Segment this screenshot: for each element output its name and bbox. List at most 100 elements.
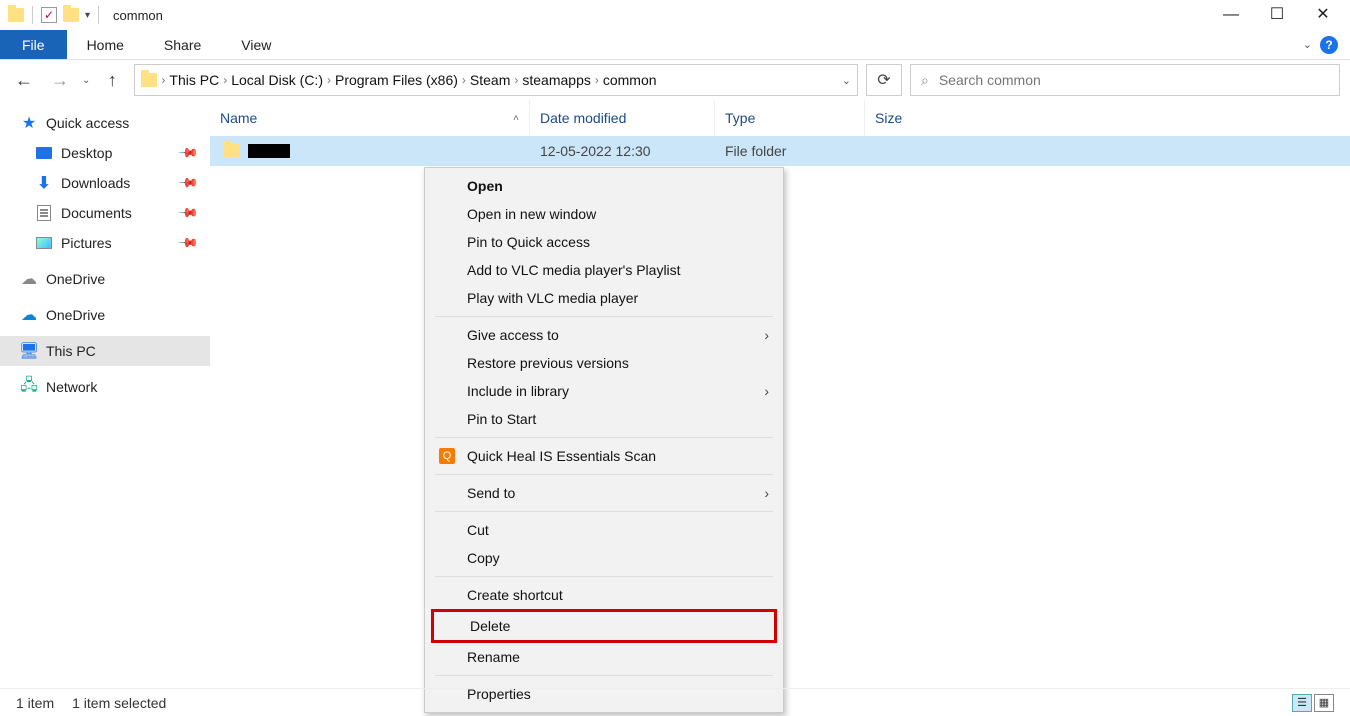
breadcrumb-this-pc[interactable]: This PC (169, 72, 219, 88)
address-dropdown-icon[interactable]: ⌄ (842, 74, 851, 87)
sidebar-item-label: This PC (46, 343, 96, 359)
ctx-cut[interactable]: Cut (425, 516, 783, 544)
column-date[interactable]: Date modified (530, 100, 715, 136)
chevron-right-icon[interactable]: › (223, 73, 227, 87)
sidebar-onedrive[interactable]: ☁ OneDrive (0, 264, 210, 294)
sidebar-item-label: Desktop (61, 145, 112, 161)
ctx-delete[interactable]: Delete (434, 612, 774, 640)
ctx-item-label: Give access to (467, 327, 559, 343)
file-tab[interactable]: File (0, 30, 67, 59)
back-button[interactable]: ← (10, 66, 38, 94)
sidebar-desktop[interactable]: Desktop 📌 (0, 138, 210, 168)
ctx-play-vlc[interactable]: Play with VLC media player (425, 284, 783, 312)
window-title: common (113, 8, 163, 23)
chevron-right-icon[interactable]: › (462, 73, 466, 87)
ctx-separator (435, 511, 773, 512)
chevron-right-icon[interactable]: › (327, 73, 331, 87)
help-icon[interactable]: ? (1320, 36, 1338, 54)
chevron-right-icon[interactable]: › (514, 73, 518, 87)
folder-icon (8, 7, 24, 23)
ctx-create-shortcut[interactable]: Create shortcut (425, 581, 783, 609)
qat-properties-icon[interactable]: ✓ (41, 7, 57, 23)
network-icon: 🖧 (20, 378, 38, 396)
chevron-right-icon[interactable]: › (595, 73, 599, 87)
folder-icon[interactable] (63, 7, 79, 23)
context-menu: Open Open in new window Pin to Quick acc… (424, 167, 784, 713)
sidebar-item-label: Pictures (61, 235, 112, 251)
breadcrumb-local-disk[interactable]: Local Disk (C:) (231, 72, 323, 88)
column-size[interactable]: Size (865, 100, 960, 136)
folder-icon (141, 72, 157, 88)
ctx-separator (435, 576, 773, 577)
ctx-add-vlc-playlist[interactable]: Add to VLC media player's Playlist (425, 256, 783, 284)
pin-icon: 📌 (177, 172, 200, 195)
sidebar-pictures[interactable]: Pictures 📌 (0, 228, 210, 258)
ctx-include-library[interactable]: Include in library › (425, 377, 783, 405)
up-button[interactable]: ↑ (98, 66, 126, 94)
sidebar-quick-access[interactable]: ★ Quick access (0, 108, 210, 138)
ctx-rename[interactable]: Rename (425, 643, 783, 671)
breadcrumb-program-files[interactable]: Program Files (x86) (335, 72, 458, 88)
column-name[interactable]: Name ˄ (210, 100, 530, 136)
onedrive-icon: ☁ (20, 270, 38, 288)
sidebar-item-label: Quick access (46, 115, 129, 131)
folder-icon (224, 143, 240, 159)
breadcrumb-steam[interactable]: Steam (470, 72, 510, 88)
sidebar-item-label: Documents (61, 205, 132, 221)
close-button[interactable]: ✕ (1300, 0, 1346, 30)
minimize-button[interactable]: — (1208, 0, 1254, 30)
ctx-open-new-window[interactable]: Open in new window (425, 200, 783, 228)
documents-icon (35, 204, 53, 222)
desktop-icon (35, 144, 53, 162)
status-bar: 1 item 1 item selected ☰ ▦ (0, 688, 1350, 716)
search-box[interactable]: ⌕ (910, 64, 1340, 96)
chevron-right-icon: › (764, 383, 769, 399)
pin-icon: 📌 (177, 202, 200, 225)
details-view-button[interactable]: ☰ (1292, 694, 1312, 712)
ctx-pin-quick-access[interactable]: Pin to Quick access (425, 228, 783, 256)
file-name-redacted (248, 144, 290, 158)
breadcrumb-common[interactable]: common (603, 72, 657, 88)
qat-dropdown-icon[interactable]: ▾ (85, 10, 90, 21)
history-dropdown-icon[interactable]: ⌄ (82, 75, 90, 86)
sidebar-downloads[interactable]: ⬇ Downloads 📌 (0, 168, 210, 198)
forward-button[interactable]: → (46, 66, 74, 94)
address-bar[interactable]: › This PC › Local Disk (C:) › Program Fi… (134, 64, 858, 96)
ctx-delete-highlight: Delete (431, 609, 777, 643)
chevron-right-icon: › (764, 327, 769, 343)
ctx-send-to[interactable]: Send to › (425, 479, 783, 507)
ctx-pin-start[interactable]: Pin to Start (425, 405, 783, 433)
pictures-icon (35, 234, 53, 252)
ctx-open[interactable]: Open (425, 172, 783, 200)
quickheal-icon: Q (439, 448, 455, 464)
thumbnails-view-button[interactable]: ▦ (1314, 694, 1334, 712)
ribbon-collapse-icon[interactable]: ⌄ (1303, 38, 1312, 51)
column-label: Name (220, 110, 257, 126)
breadcrumb-steamapps[interactable]: steamapps (522, 72, 590, 88)
refresh-button[interactable]: ⟳ (866, 64, 902, 96)
ctx-item-label: Include in library (467, 383, 569, 399)
column-type[interactable]: Type (715, 100, 865, 136)
chevron-right-icon[interactable]: › (161, 73, 165, 87)
column-headers: Name ˄ Date modified Type Size (210, 100, 1350, 136)
search-input[interactable] (939, 72, 1329, 88)
ctx-restore-versions[interactable]: Restore previous versions (425, 349, 783, 377)
sidebar-item-label: Network (46, 379, 97, 395)
home-tab[interactable]: Home (67, 30, 144, 59)
search-icon: ⌕ (921, 72, 929, 89)
title-bar: ✓ ▾ common — ☐ ✕ (0, 0, 1350, 30)
sidebar-item-label: Downloads (61, 175, 130, 191)
file-row[interactable]: 12-05-2022 12:30 File folder (210, 136, 1350, 166)
maximize-button[interactable]: ☐ (1254, 0, 1300, 30)
sidebar-this-pc[interactable]: 🖥 This PC (0, 336, 210, 366)
sidebar-network[interactable]: 🖧 Network (0, 372, 210, 402)
ctx-give-access[interactable]: Give access to › (425, 321, 783, 349)
ctx-quickheal-scan[interactable]: Q Quick Heal IS Essentials Scan (425, 442, 783, 470)
view-tab[interactable]: View (221, 30, 291, 59)
navigation-pane: ★ Quick access Desktop 📌 ⬇ Downloads 📌 D… (0, 100, 210, 688)
sidebar-onedrive[interactable]: ☁ OneDrive (0, 300, 210, 330)
pin-icon: 📌 (177, 142, 200, 165)
share-tab[interactable]: Share (144, 30, 221, 59)
sidebar-documents[interactable]: Documents 📌 (0, 198, 210, 228)
ctx-copy[interactable]: Copy (425, 544, 783, 572)
